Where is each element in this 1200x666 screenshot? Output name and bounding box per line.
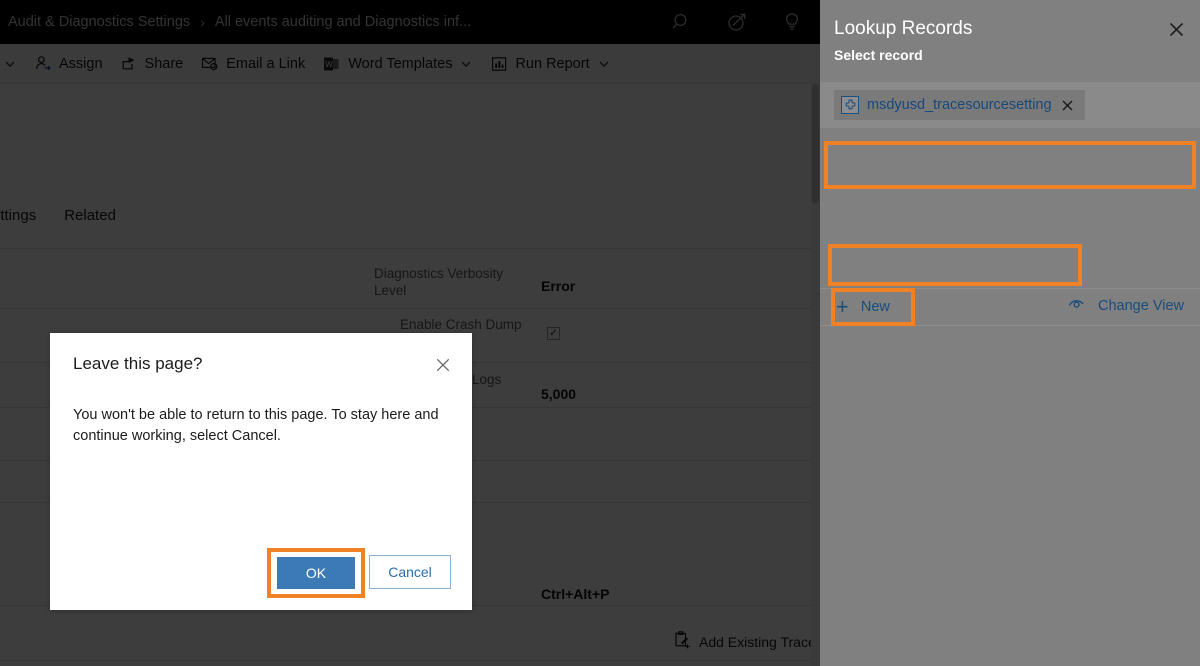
- entity-chip-label: msdyusd_tracesourcesetting: [867, 97, 1052, 113]
- close-icon[interactable]: [1060, 97, 1076, 113]
- screen: Audit & Diagnostics Settings › All event…: [0, 0, 1200, 666]
- panel-subtitle: Select record: [834, 47, 923, 63]
- entity-filter-row: msdyusd_tracesourcesetting: [820, 82, 1200, 128]
- annotation-highlight-new-button: [831, 288, 915, 326]
- close-icon[interactable]: [433, 355, 453, 375]
- annotation-highlight-empty-state: [828, 244, 1082, 286]
- panel-title: Lookup Records: [834, 18, 972, 40]
- cancel-button[interactable]: Cancel: [369, 555, 451, 589]
- dialog-message: You won't be able to return to this page…: [73, 405, 441, 447]
- dialog-title: Leave this page?: [73, 354, 203, 374]
- change-view-button[interactable]: Change View: [1067, 296, 1184, 315]
- close-icon[interactable]: [1165, 18, 1187, 40]
- eye-icon: [1067, 296, 1087, 315]
- panel-header: Lookup Records Select record: [820, 0, 1200, 76]
- entity-chip[interactable]: msdyusd_tracesourcesetting: [834, 90, 1085, 120]
- change-view-button-label: Change View: [1098, 298, 1184, 314]
- lookup-records-panel: Lookup Records Select record msdyusd_tra…: [820, 0, 1200, 666]
- annotation-highlight-search: [824, 141, 1196, 189]
- entity-icon: [841, 96, 859, 114]
- annotation-highlight-ok-button: [267, 548, 365, 598]
